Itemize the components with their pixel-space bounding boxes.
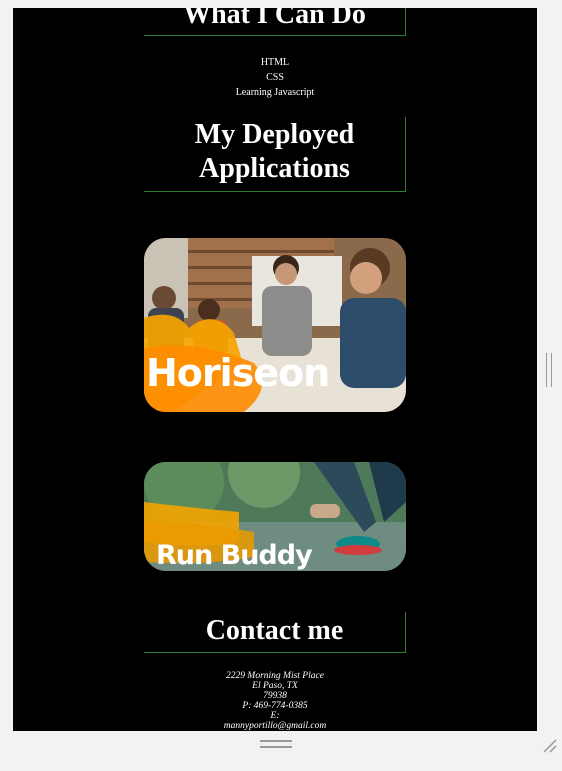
horiseon-screenshot: Horiseon xyxy=(144,238,406,412)
email-label: E: xyxy=(270,711,280,721)
bottom-drag-handle[interactable] xyxy=(260,740,292,748)
zip-code: 79938 xyxy=(263,691,287,701)
contact-heading: Contact me xyxy=(144,612,406,653)
email-link[interactable]: mannyportillo@gmail.com xyxy=(144,721,406,731)
apps-heading-line2: Applications xyxy=(199,153,350,184)
run-buddy-app-card[interactable]: Run Buddy xyxy=(144,462,406,571)
side-drag-handle[interactable] xyxy=(546,353,552,387)
apps-heading-line1: My Deployed xyxy=(194,119,355,150)
skill-item: CSS xyxy=(266,72,284,83)
apps-heading: My Deployed Applications xyxy=(144,117,406,192)
skill-item: Learning Javascript xyxy=(235,87,315,98)
run-buddy-screenshot: Run Buddy xyxy=(144,462,406,571)
contact-info: 2229 Morning Mist Place El Paso, TX 7993… xyxy=(144,671,406,731)
page-viewport: What I Can Do HTML CSS Learning Javascri… xyxy=(13,8,537,731)
resize-grip-icon[interactable] xyxy=(540,736,558,754)
svg-text:Run Buddy: Run Buddy xyxy=(156,540,313,571)
skills-heading: What I Can Do xyxy=(144,8,406,36)
address-line2: El Paso, TX xyxy=(252,681,298,691)
skill-item: HTML xyxy=(260,57,290,68)
horiseon-app-card[interactable]: Horiseon xyxy=(144,238,406,412)
svg-text:Horiseon: Horiseon xyxy=(146,351,329,395)
phone-number: P: 469-774-0385 xyxy=(242,701,308,711)
skills-list: HTML CSS Learning Javascript xyxy=(144,55,406,100)
address-line1: 2229 Morning Mist Place xyxy=(226,671,324,681)
